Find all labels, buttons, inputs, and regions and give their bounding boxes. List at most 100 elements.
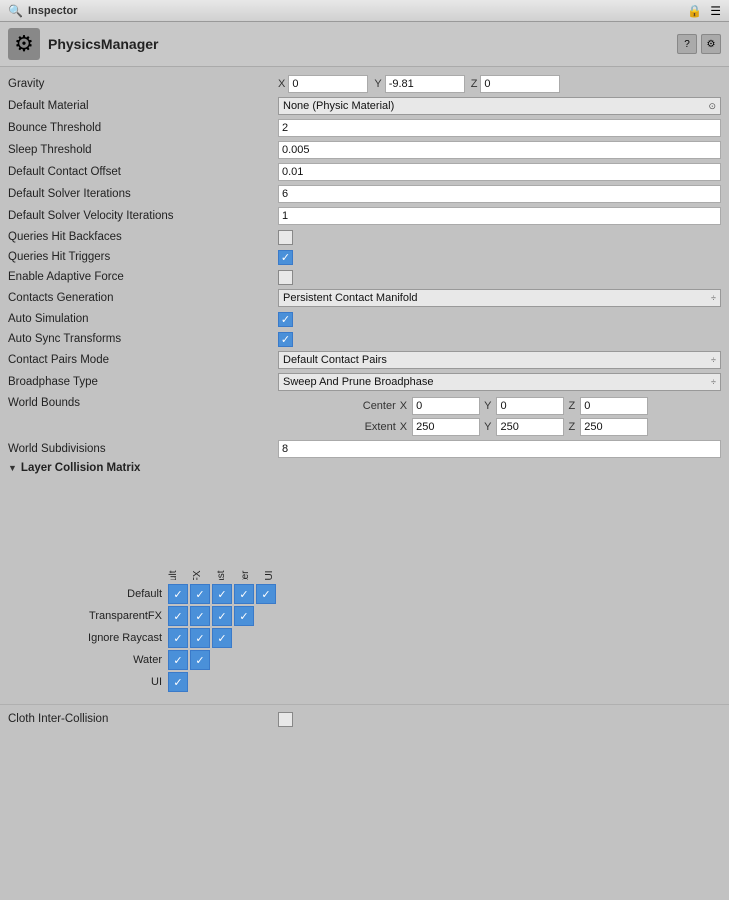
- contacts-generation-dropdown-text: Persistent Contact Manifold: [283, 292, 711, 304]
- matrix-rows-container: Default ✓ ✓ ✓ ✓ ✓ TransparentFX ✓ ✓: [8, 584, 721, 692]
- enable-adaptive-force-checkbox[interactable]: [278, 270, 293, 285]
- contact-pairs-mode-field: Contact Pairs Mode Default Contact Pairs…: [0, 349, 729, 371]
- matrix-cell-ui-0[interactable]: ✓: [168, 672, 188, 692]
- world-bounds-section: World Bounds Center X Y Z Extent X: [0, 393, 729, 438]
- gravity-label: Gravity: [8, 78, 278, 90]
- cloth-inter-collision-field: Cloth Inter-Collision: [0, 709, 729, 729]
- gravity-field: Gravity X Y Z: [0, 73, 729, 95]
- settings-button[interactable]: ⚙: [701, 34, 721, 54]
- default-solver-velocity-value: [278, 207, 721, 225]
- lock-icon[interactable]: 🔒: [687, 4, 702, 18]
- matrix-cell-transparentfx-2[interactable]: ✓: [212, 606, 232, 626]
- auto-sync-transforms-checkbox[interactable]: ✓: [278, 332, 293, 347]
- checkmark: ✓: [217, 588, 226, 601]
- world-subdivisions-field: World Subdivisions: [0, 438, 729, 460]
- gravity-y-label: Y: [374, 78, 381, 90]
- extent-z-label: Z: [568, 421, 575, 433]
- matrix-col-labels: Default TransparentFX Ignore Raycast Wat…: [168, 480, 721, 580]
- world-bounds-center-row: Center X Y Z: [351, 397, 648, 415]
- checkmark-icon: ✓: [281, 251, 290, 264]
- col-label-ignore-raycast: Ignore Raycast: [216, 480, 238, 580]
- checkmark: ✓: [195, 632, 204, 645]
- sleep-threshold-input[interactable]: [278, 141, 721, 159]
- matrix-cell-transparentfx-1[interactable]: ✓: [190, 606, 210, 626]
- matrix-cells-default: ✓ ✓ ✓ ✓ ✓: [168, 584, 276, 604]
- matrix-row-label-default: Default: [8, 588, 168, 600]
- center-y-input[interactable]: [496, 397, 564, 415]
- extent-z-input[interactable]: [580, 418, 648, 436]
- default-solver-velocity-input[interactable]: [278, 207, 721, 225]
- extent-y-input[interactable]: [496, 418, 564, 436]
- title-bar-icons: 🔒 ☰: [687, 4, 721, 18]
- help-button[interactable]: ?: [677, 34, 697, 54]
- bounce-threshold-input[interactable]: [278, 119, 721, 137]
- gravity-y-input[interactable]: [385, 75, 465, 93]
- cloth-inter-collision-checkbox[interactable]: [278, 712, 293, 727]
- matrix-cell-raycast-2[interactable]: ✓: [212, 628, 232, 648]
- default-material-field: Default Material None (Physic Material) …: [0, 95, 729, 117]
- auto-sync-transforms-field: Auto Sync Transforms ✓: [0, 329, 729, 349]
- matrix-cell-water-0[interactable]: ✓: [168, 650, 188, 670]
- gravity-z-input[interactable]: [480, 75, 560, 93]
- auto-sync-transforms-value: ✓: [278, 332, 721, 347]
- matrix-cell-default-2[interactable]: ✓: [212, 584, 232, 604]
- default-contact-offset-field: Default Contact Offset: [0, 161, 729, 183]
- matrix-cell-raycast-0[interactable]: ✓: [168, 628, 188, 648]
- gravity-x-input[interactable]: [288, 75, 368, 93]
- matrix-row-default: Default ✓ ✓ ✓ ✓ ✓: [8, 584, 721, 604]
- center-z-label: Z: [568, 400, 575, 412]
- default-contact-offset-input[interactable]: [278, 163, 721, 181]
- matrix-row-label-ignore-raycast: Ignore Raycast: [8, 632, 168, 644]
- default-material-dropdown[interactable]: None (Physic Material) ⊙: [278, 97, 721, 115]
- layer-collision-section-label: Layer Collision Matrix: [21, 462, 141, 474]
- broadphase-type-field: Broadphase Type Sweep And Prune Broadpha…: [0, 371, 729, 393]
- auto-simulation-checkbox[interactable]: ✓: [278, 312, 293, 327]
- matrix-cells-transparentfx: ✓ ✓ ✓ ✓: [168, 606, 254, 626]
- matrix-cell-default-1[interactable]: ✓: [190, 584, 210, 604]
- checkmark: ✓: [173, 588, 182, 601]
- matrix-row-label-ui: UI: [8, 676, 168, 688]
- center-x-input[interactable]: [412, 397, 480, 415]
- matrix-cell-transparentfx-3[interactable]: ✓: [234, 606, 254, 626]
- matrix-cell-default-0[interactable]: ✓: [168, 584, 188, 604]
- matrix-cell-default-4[interactable]: ✓: [256, 584, 276, 604]
- contact-pairs-mode-dropdown[interactable]: Default Contact Pairs ÷: [278, 351, 721, 369]
- default-solver-iterations-input[interactable]: [278, 185, 721, 203]
- layer-collision-section-header[interactable]: ▼ Layer Collision Matrix: [0, 460, 729, 476]
- auto-simulation-value: ✓: [278, 312, 721, 327]
- extent-x-input[interactable]: [412, 418, 480, 436]
- contacts-generation-field: Contacts Generation Persistent Contact M…: [0, 287, 729, 309]
- matrix-cells-ui: ✓: [168, 672, 188, 692]
- queries-hit-triggers-value: ✓: [278, 250, 721, 265]
- world-bounds-label: World Bounds: [8, 397, 278, 409]
- col-label-default: Default: [168, 480, 190, 580]
- center-label: Center: [351, 400, 396, 412]
- col-label-transparentfx: TransparentFX: [192, 480, 214, 580]
- world-subdivisions-input[interactable]: [278, 440, 721, 458]
- gravity-value: X Y Z: [278, 75, 721, 93]
- default-solver-velocity-label: Default Solver Velocity Iterations: [8, 210, 278, 222]
- center-z-input[interactable]: [580, 397, 648, 415]
- broadphase-type-arrow-icon: ÷: [711, 377, 716, 387]
- center-y-label: Y: [484, 400, 491, 412]
- contacts-generation-dropdown[interactable]: Persistent Contact Manifold ÷: [278, 289, 721, 307]
- matrix-cell-raycast-1[interactable]: ✓: [190, 628, 210, 648]
- matrix-cell-default-3[interactable]: ✓: [234, 584, 254, 604]
- sleep-threshold-field: Sleep Threshold: [0, 139, 729, 161]
- matrix-cell-transparentfx-0[interactable]: ✓: [168, 606, 188, 626]
- checkmark-icon: ✓: [281, 333, 290, 346]
- default-material-dropdown-text: None (Physic Material): [283, 100, 708, 112]
- cloth-inter-collision-label: Cloth Inter-Collision: [8, 713, 278, 725]
- checkmark: ✓: [261, 588, 270, 601]
- broadphase-type-dropdown[interactable]: Sweep And Prune Broadphase ÷: [278, 373, 721, 391]
- checkmark: ✓: [195, 654, 204, 667]
- queries-hit-triggers-checkbox[interactable]: ✓: [278, 250, 293, 265]
- matrix-row-ignore-raycast: Ignore Raycast ✓ ✓ ✓: [8, 628, 721, 648]
- queries-hit-backfaces-checkbox[interactable]: [278, 230, 293, 245]
- enable-adaptive-force-field: Enable Adaptive Force: [0, 267, 729, 287]
- world-bounds-value: Center X Y Z Extent X Y Z: [278, 397, 721, 436]
- default-material-value: None (Physic Material) ⊙: [278, 97, 721, 115]
- component-icon: ⚙: [8, 28, 40, 60]
- matrix-cell-water-1[interactable]: ✓: [190, 650, 210, 670]
- menu-icon[interactable]: ☰: [710, 4, 721, 18]
